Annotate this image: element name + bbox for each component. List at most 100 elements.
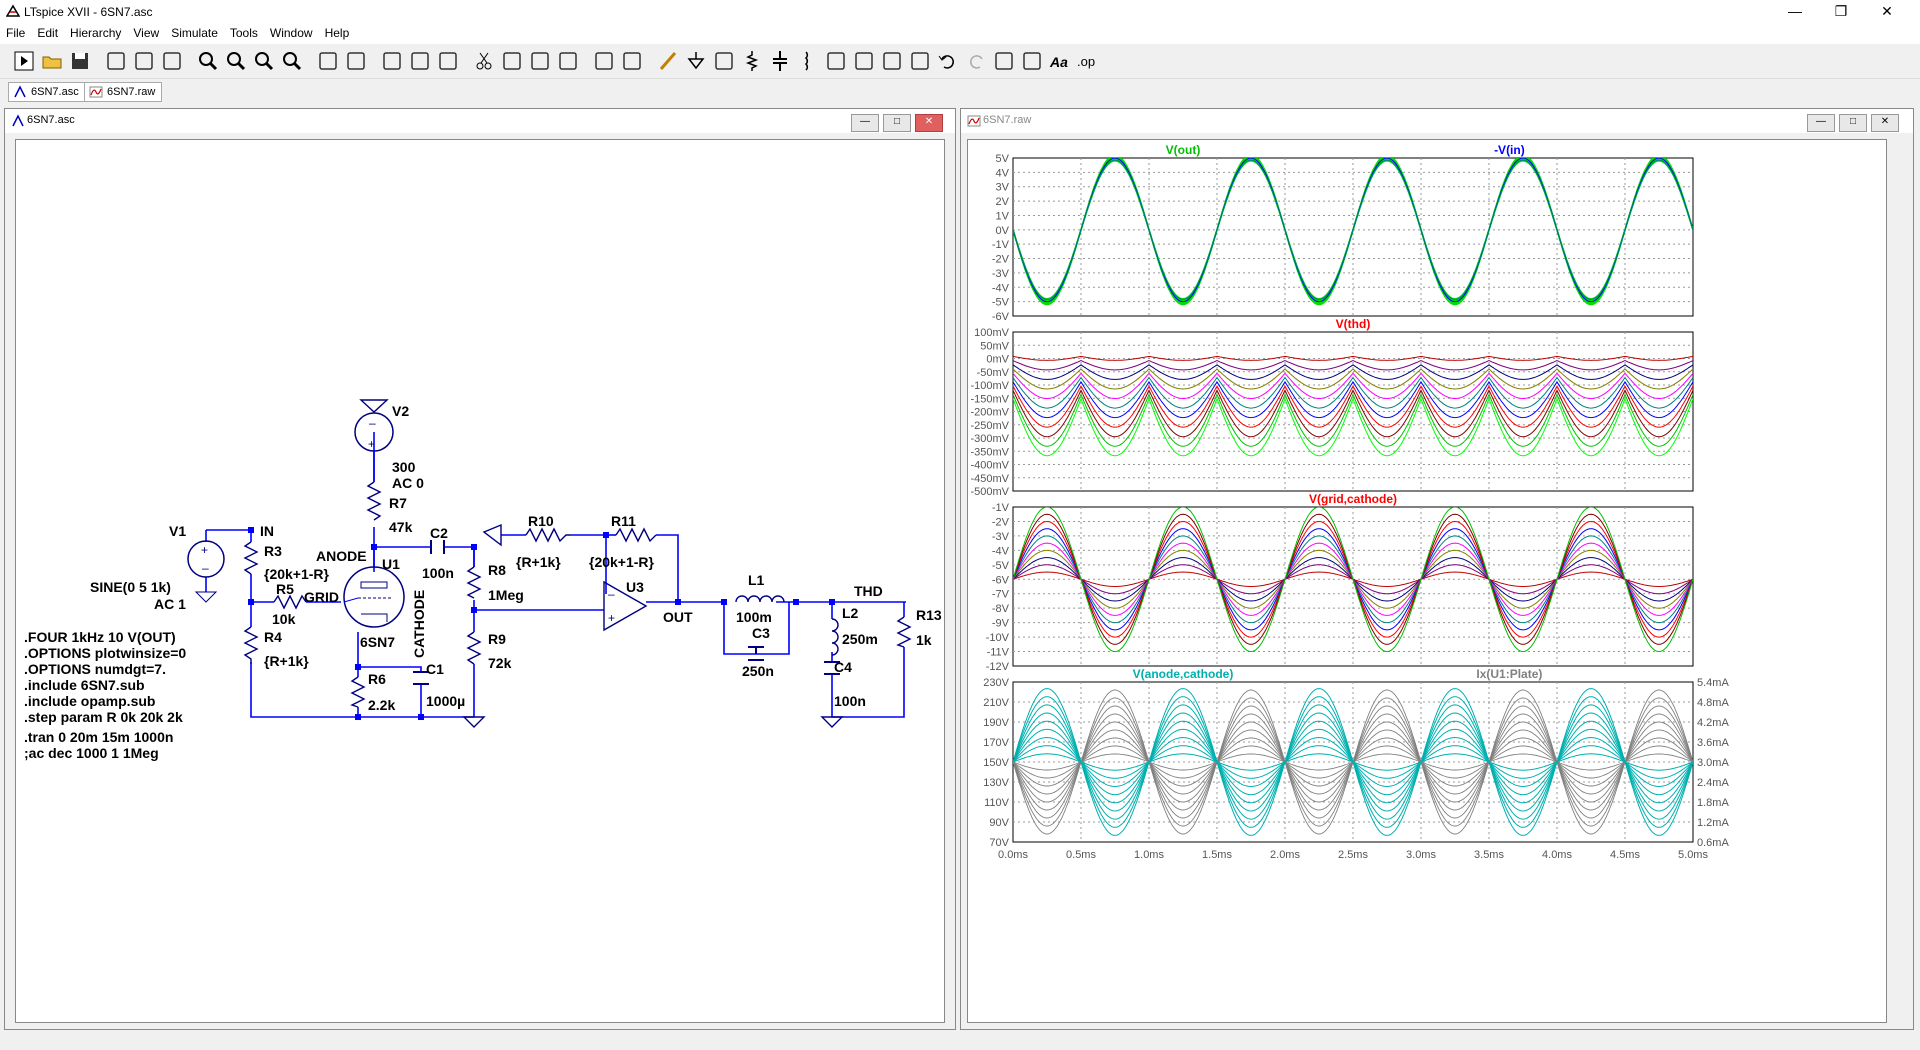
- plot-pane[interactable]: 5V 4V 3V 2V 1V 0V -1V -2V -3V -4V -5V -6V V(out) -V(i…: [992, 143, 1694, 323]
- menu-simulate[interactable]: Simulate: [165, 24, 224, 42]
- schematic-close-button[interactable]: ✕: [915, 114, 943, 132]
- menu-window[interactable]: Window: [264, 24, 319, 42]
- halt-icon[interactable]: [132, 49, 156, 73]
- directive[interactable]: .OPTIONS numdgt=7.: [24, 661, 166, 677]
- run-icon[interactable]: [12, 49, 36, 73]
- directive[interactable]: ;ac dec 1000 1 1Meg: [24, 745, 159, 761]
- r8-resistor[interactable]: [466, 566, 482, 599]
- waveform-canvas[interactable]: 5V 4V 3V 2V 1V 0V -1V -2V -3V -4V -5V -6V V(out) -V(i…: [967, 139, 1887, 1023]
- r10-resistor[interactable]: [525, 527, 571, 543]
- status-bar: [0, 1035, 1920, 1050]
- print-preview-icon[interactable]: [620, 49, 644, 73]
- menu-view[interactable]: View: [127, 24, 165, 42]
- c2-capacitor[interactable]: [430, 540, 445, 554]
- tile-horizontal-icon[interactable]: [380, 49, 404, 73]
- drag-icon[interactable]: [908, 49, 932, 73]
- schematic-minimize-button[interactable]: —: [851, 114, 879, 132]
- 6sn7-tube-u1[interactable]: [343, 566, 405, 628]
- v1-voltage-source[interactable]: + –: [187, 540, 225, 603]
- l2-inductor[interactable]: [831, 618, 839, 656]
- diode-icon[interactable]: [824, 49, 848, 73]
- open-icon[interactable]: [40, 49, 64, 73]
- r9-resistor[interactable]: [466, 631, 482, 665]
- plot-pane[interactable]: 100mV50mV 0mV-50mV-100mV-150mV -200mV-250m…: [970, 317, 1694, 498]
- redo-icon[interactable]: [964, 49, 988, 73]
- x-tick-label: 3.5ms: [1474, 849, 1504, 861]
- label-net-icon[interactable]: [712, 49, 736, 73]
- waveform-minimize-button[interactable]: —: [1807, 114, 1835, 132]
- find-icon[interactable]: [556, 49, 580, 73]
- r7-resistor[interactable]: [366, 481, 382, 521]
- r3-resistor[interactable]: [243, 541, 259, 575]
- trace-label[interactable]: -V(in): [1494, 143, 1525, 157]
- plot-settings-icon[interactable]: [344, 49, 368, 73]
- mirror-icon[interactable]: [1020, 49, 1044, 73]
- v2-voltage-source[interactable]: – +: [354, 399, 394, 482]
- menu-hierarchy[interactable]: Hierarchy: [64, 24, 127, 42]
- plot-pane[interactable]: -1V -2V -3V -4V -5V -6V -7V -8V -9V -10V -11V -12V V…: [986, 492, 1694, 673]
- directive[interactable]: .include opamp.sub: [24, 693, 155, 709]
- resistor-icon[interactable]: [740, 49, 764, 73]
- y2-tick-label: 3.6mA: [1697, 737, 1729, 749]
- tile-vertical-icon[interactable]: [436, 49, 460, 73]
- directive[interactable]: .OPTIONS plotwinsize=0: [24, 645, 186, 661]
- cut-icon[interactable]: [472, 49, 496, 73]
- copy-icon[interactable]: [500, 49, 524, 73]
- schematic-maximize-button[interactable]: □: [883, 114, 911, 132]
- print-icon[interactable]: [592, 49, 616, 73]
- l1-inductor[interactable]: [735, 595, 785, 603]
- save-icon[interactable]: [68, 49, 92, 73]
- zoom-in-icon[interactable]: [196, 49, 220, 73]
- control-panel-icon[interactable]: [104, 49, 128, 73]
- trace-label[interactable]: V(grid,cathode): [1309, 492, 1397, 506]
- directive[interactable]: .step param R 0k 20k 2k: [24, 709, 183, 725]
- directive[interactable]: .tran 0 20m 15m 1000n: [24, 729, 173, 745]
- component-icon[interactable]: [852, 49, 876, 73]
- y-tick-label: 210V: [983, 697, 1009, 709]
- tab-schematic[interactable]: 6SN7.asc: [8, 82, 86, 102]
- r5-resistor[interactable]: [273, 594, 307, 610]
- r11-resistor[interactable]: [615, 527, 657, 543]
- waveform-close-button[interactable]: ✕: [1871, 114, 1899, 132]
- schematic-canvas[interactable]: – + – + + – V2 300 AC 0 R7 47k ANODE U1 …: [15, 139, 945, 1023]
- menu-tools[interactable]: Tools: [224, 24, 264, 42]
- r6-value: 2.2k: [368, 697, 395, 713]
- zoom-out-icon[interactable]: [252, 49, 276, 73]
- menu-file[interactable]: File: [0, 24, 31, 42]
- zoom-cancel-icon[interactable]: [280, 49, 304, 73]
- cascade-icon[interactable]: [408, 49, 432, 73]
- trace-label[interactable]: V(thd): [1336, 317, 1371, 331]
- menu-help[interactable]: Help: [319, 24, 356, 42]
- trace-label[interactable]: V(anode,cathode): [1133, 667, 1234, 681]
- r4-resistor[interactable]: [243, 626, 259, 664]
- paste-icon[interactable]: [528, 49, 552, 73]
- move-icon[interactable]: [880, 49, 904, 73]
- autorange-icon[interactable]: [316, 49, 340, 73]
- directive[interactable]: .FOUR 1kHz 10 V(OUT): [24, 629, 176, 645]
- text-icon[interactable]: Aa: [1048, 49, 1072, 73]
- tab-waveform[interactable]: 6SN7.raw: [84, 82, 163, 102]
- waveform-maximize-button[interactable]: □: [1839, 114, 1867, 132]
- spice-directive-icon[interactable]: .op: [1076, 49, 1100, 73]
- pan-icon[interactable]: [160, 49, 184, 73]
- ground-icon[interactable]: [684, 49, 708, 73]
- in-net-label: IN: [260, 523, 274, 539]
- trace-label[interactable]: V(out): [1166, 143, 1201, 157]
- draw-wire-icon[interactable]: [656, 49, 680, 73]
- menu-edit[interactable]: Edit: [31, 24, 64, 42]
- minimize-button[interactable]: —: [1772, 0, 1818, 24]
- rotate-icon[interactable]: [992, 49, 1016, 73]
- r6-resistor[interactable]: [350, 676, 366, 708]
- r13-resistor[interactable]: [896, 616, 912, 648]
- r10-label: R10: [528, 513, 554, 529]
- maximize-button[interactable]: ❐: [1818, 0, 1864, 24]
- trace-label[interactable]: Ix(U1:Plate): [1476, 667, 1542, 681]
- capacitor-icon[interactable]: [768, 49, 792, 73]
- inductor-icon[interactable]: [796, 49, 820, 73]
- zoom-area-icon[interactable]: [224, 49, 248, 73]
- directive[interactable]: .include 6SN7.sub: [24, 677, 145, 693]
- undo-icon[interactable]: [936, 49, 960, 73]
- plot-pane[interactable]: 230V 210V 190V 170V 150V 130V 110V 90V 70V 5.4mA 4…: [983, 667, 1729, 861]
- close-button[interactable]: ✕: [1864, 0, 1910, 24]
- y-tick-label: -300mV: [970, 433, 1009, 445]
